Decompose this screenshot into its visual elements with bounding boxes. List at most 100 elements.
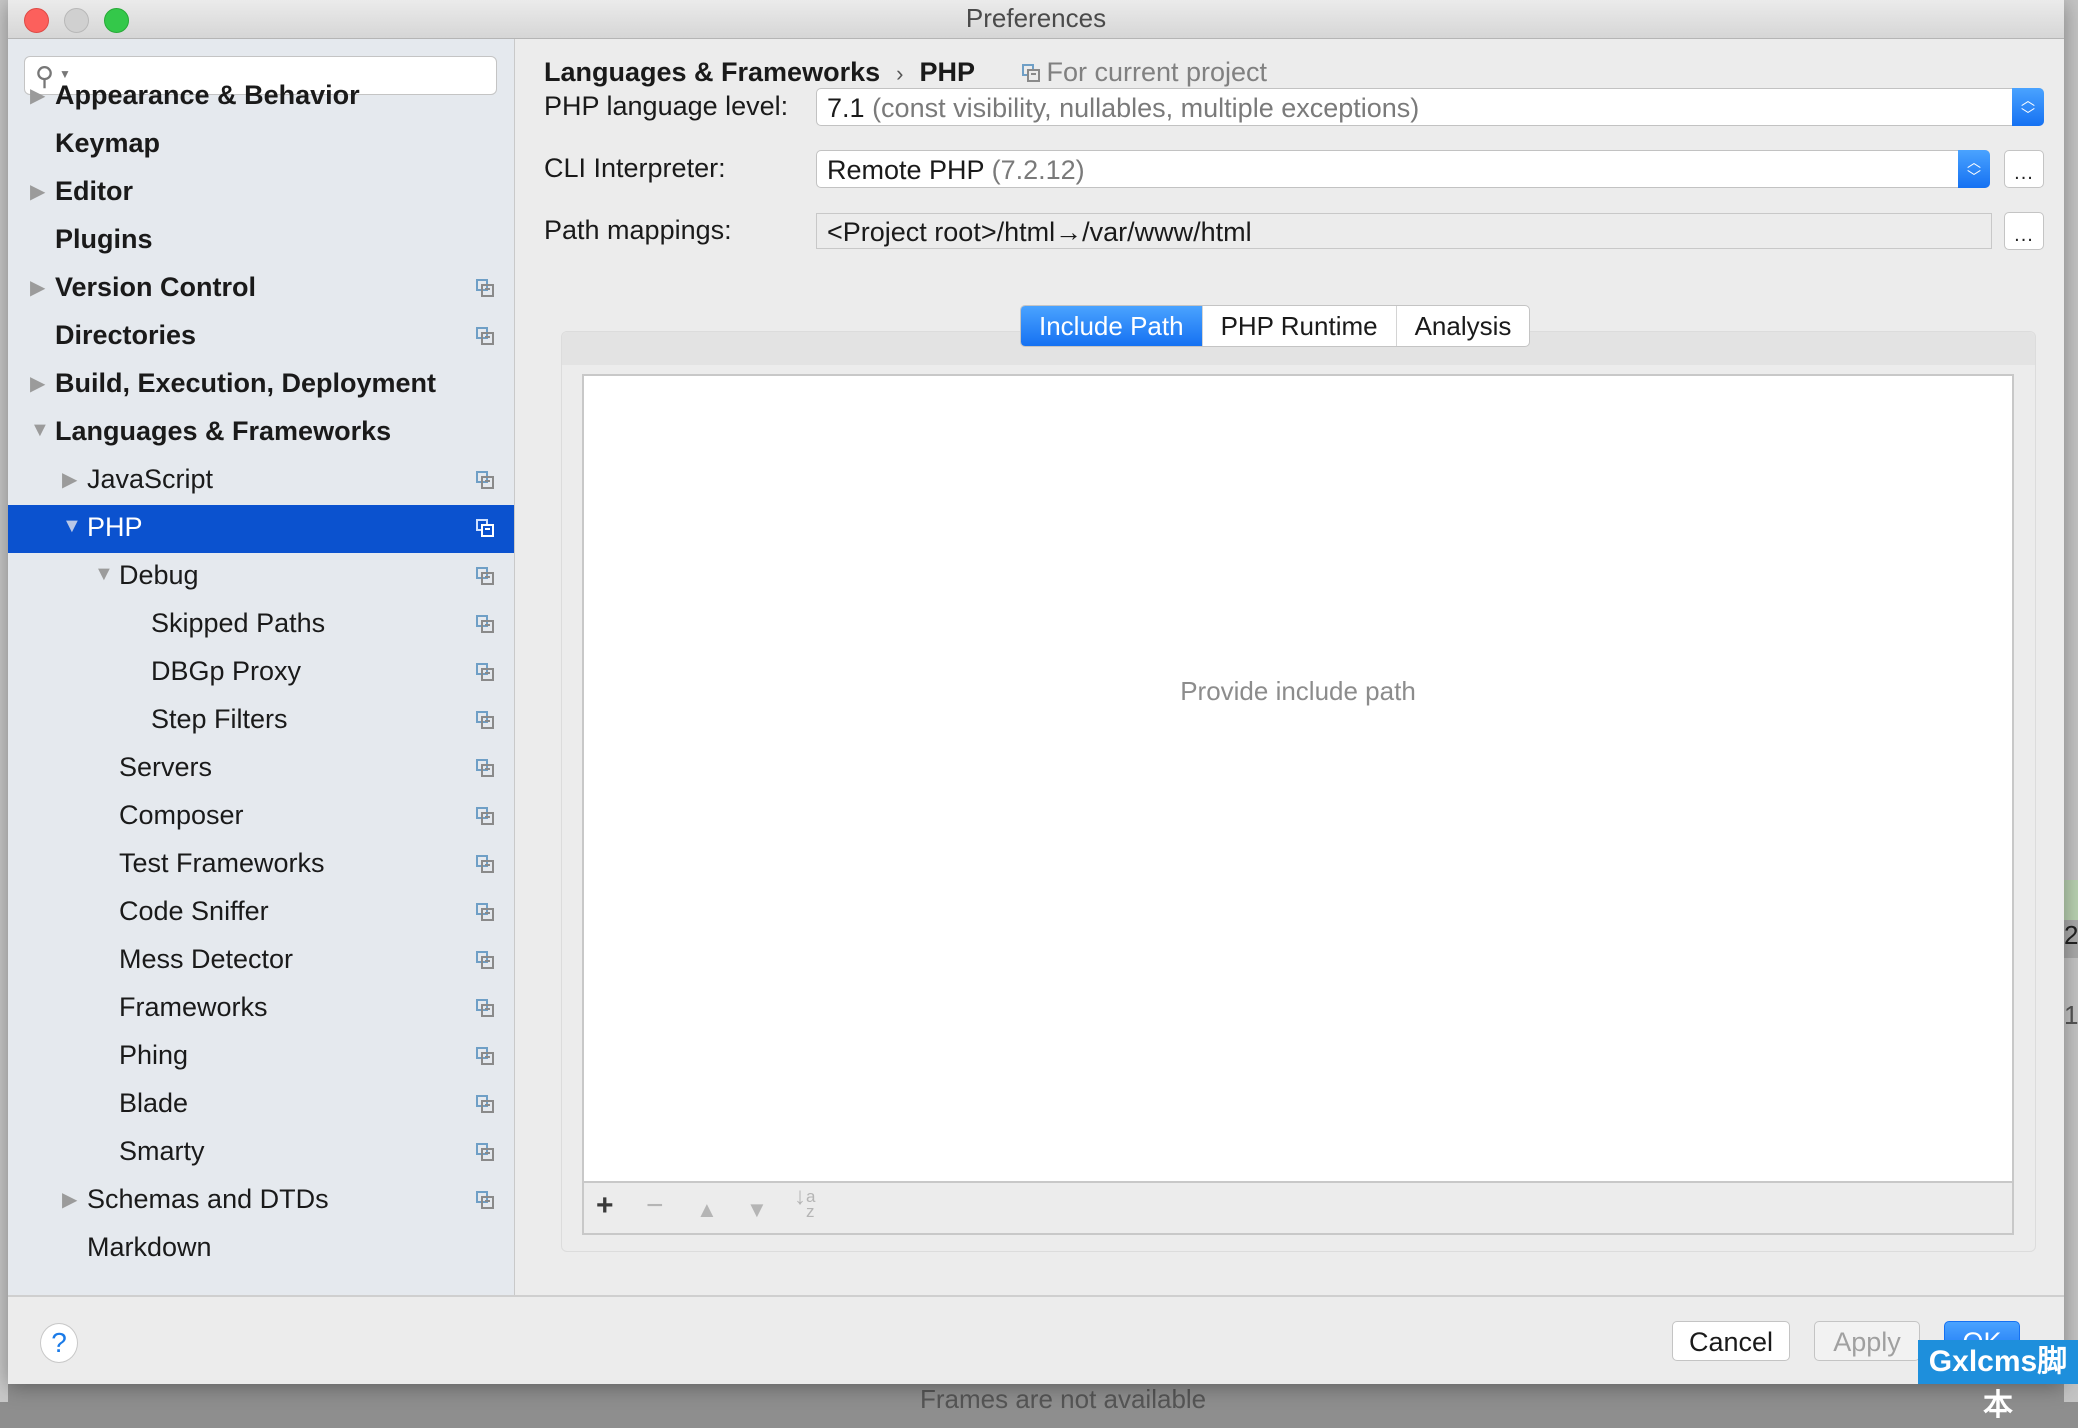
collapsed-arrow-icon[interactable]: ▶: [30, 371, 45, 396]
sidebar-item-frameworks[interactable]: Frameworks: [8, 985, 514, 1033]
project-scope-icon: [476, 1095, 494, 1113]
sidebar-item-label: Composer: [119, 800, 244, 830]
sidebar-item-label: DBGp Proxy: [151, 656, 302, 686]
expanded-arrow-icon[interactable]: ▼: [62, 515, 82, 538]
sidebar-item-code-sniffer[interactable]: Code Sniffer: [8, 889, 514, 937]
sidebar-item-dbgp-proxy[interactable]: DBGp Proxy: [8, 649, 514, 697]
collapsed-arrow-icon[interactable]: ▶: [30, 179, 45, 204]
move-up-icon[interactable]: ▲: [696, 1195, 718, 1225]
breadcrumb-current: PHP: [919, 57, 975, 87]
project-scope-icon: [476, 279, 494, 297]
sidebar-item-step-filters[interactable]: Step Filters: [8, 697, 514, 745]
background-green-marker: [2064, 880, 2078, 920]
settings-content: Languages & Frameworks › PHP For current p…: [516, 39, 2064, 1295]
breadcrumb: Languages & Frameworks › PHP For current p…: [544, 57, 1267, 88]
sidebar-item-label: Editor: [55, 176, 133, 206]
select-spinner-icon[interactable]: ︿ ﹀: [1958, 150, 1990, 188]
sidebar-item-version-control[interactable]: ▶ Version Control: [8, 265, 514, 313]
sidebar-item-label: PHP: [87, 512, 143, 542]
cli-interpreter-select[interactable]: Remote PHP (7.2.12) ︿ ﹀: [816, 150, 1990, 188]
sidebar-item-blade[interactable]: Blade: [8, 1081, 514, 1129]
sidebar-item-label: Schemas and DTDs: [87, 1184, 329, 1214]
path-mappings-label: Path mappings:: [544, 215, 732, 245]
project-scope-icon: [476, 999, 494, 1017]
collapsed-arrow-icon[interactable]: ▶: [30, 83, 45, 108]
background-text: 1/: [2064, 1000, 2078, 1030]
collapsed-arrow-icon[interactable]: ▶: [62, 467, 77, 492]
path-mappings-field[interactable]: <Project root>/html→/var/www/html: [816, 213, 1992, 249]
sidebar-item-label: Plugins: [55, 224, 153, 254]
cli-interpreter-browse-button[interactable]: ...: [2004, 150, 2044, 188]
cli-interpreter-version: (7.2.12): [991, 155, 1085, 185]
sidebar-item-label: Version Control: [55, 272, 257, 302]
sidebar-item-label: Skipped Paths: [151, 608, 326, 638]
cancel-button[interactable]: Cancel: [1672, 1321, 1790, 1361]
sidebar-item-composer[interactable]: Composer: [8, 793, 514, 841]
sidebar-item-label: Test Frameworks: [119, 848, 325, 878]
sidebar-item-label: Appearance & Behavior: [55, 80, 360, 110]
project-scope-icon: [476, 471, 494, 489]
title-bar[interactable]: Preferences: [8, 0, 2064, 39]
tab-analysis[interactable]: Analysis: [1397, 306, 1530, 346]
select-spinner-icon[interactable]: ︿ ﹀: [2012, 88, 2044, 126]
scope-label: For current project: [1046, 57, 1268, 87]
move-down-icon[interactable]: ▼: [746, 1195, 768, 1225]
include-path-list[interactable]: Provide include path + − ▲ ▼ ↓a z: [582, 374, 2014, 1235]
list-toolbar: + − ▲ ▼ ↓a z: [584, 1181, 2012, 1233]
help-button[interactable]: ?: [40, 1323, 78, 1363]
sidebar-item-label: Phing: [119, 1040, 189, 1070]
path-mappings-browse-button[interactable]: ...: [2004, 212, 2044, 250]
expanded-arrow-icon[interactable]: ▼: [94, 563, 114, 586]
breadcrumb-parent: Languages & Frameworks: [544, 57, 881, 87]
background-digit: 2: [2064, 920, 2078, 958]
sidebar-item-keymap[interactable]: Keymap: [8, 121, 514, 169]
sidebar-item-build-execution-deployment[interactable]: ▶ Build, Execution, Deployment: [8, 361, 514, 409]
project-scope-icon: [476, 567, 494, 585]
project-scope-icon: [476, 615, 494, 633]
empty-list-message: Provide include path: [1180, 676, 1416, 706]
tab-include-path[interactable]: Include Path: [1021, 306, 1203, 346]
sidebar-item-languages-frameworks[interactable]: ▼ Languages & Frameworks: [8, 409, 514, 457]
sidebar-item-smarty[interactable]: Smarty: [8, 1129, 514, 1177]
apply-button[interactable]: Apply: [1814, 1321, 1920, 1361]
project-scope-icon: [476, 663, 494, 681]
sidebar-item-label: Keymap: [55, 128, 161, 158]
sidebar-item-label: Markdown: [87, 1232, 212, 1262]
sidebar-item-debug[interactable]: ▼ Debug: [8, 553, 514, 601]
sidebar-item-label: Mess Detector: [119, 944, 294, 974]
settings-sidebar: ⚲ ▼ ▶ Appearance & Behavior Keymap ▶ Editor P…: [8, 39, 515, 1295]
background-window-edge: [0, 0, 8, 1402]
sidebar-item-schemas-and-dtds[interactable]: ▶ Schemas and DTDs: [8, 1177, 514, 1225]
sidebar-item-servers[interactable]: Servers: [8, 745, 514, 793]
background-frames-message: Frames are not available: [920, 1384, 1207, 1414]
expanded-arrow-icon[interactable]: ▼: [30, 419, 50, 442]
sidebar-item-test-frameworks[interactable]: Test Frameworks: [8, 841, 514, 889]
sidebar-item-label: Servers: [119, 752, 213, 782]
sidebar-item-markdown[interactable]: Markdown: [8, 1225, 514, 1273]
sidebar-item-php[interactable]: ▼ PHP: [8, 505, 514, 553]
watermark: Gxlcms脚本: [1918, 1340, 2078, 1422]
sidebar-item-label: Smarty: [119, 1136, 205, 1166]
sidebar-item-skipped-paths[interactable]: Skipped Paths: [8, 601, 514, 649]
tab-php-runtime[interactable]: PHP Runtime: [1203, 306, 1397, 346]
dialog-footer: ? Cancel Apply OK: [8, 1295, 2064, 1384]
sort-alphabetically-icon[interactable]: ↓a z: [794, 1185, 815, 1221]
add-icon[interactable]: +: [596, 1191, 614, 1221]
language-level-select[interactable]: 7.1 (const visibility, nullables, multip…: [816, 88, 2044, 126]
sidebar-item-appearance-behavior[interactable]: ▶ Appearance & Behavior: [8, 73, 514, 121]
sidebar-item-plugins[interactable]: Plugins: [8, 217, 514, 265]
cli-interpreter-label: CLI Interpreter:: [544, 153, 726, 183]
sidebar-item-directories[interactable]: Directories: [8, 313, 514, 361]
sidebar-item-mess-detector[interactable]: Mess Detector: [8, 937, 514, 985]
sidebar-item-label: Frameworks: [119, 992, 268, 1022]
collapsed-arrow-icon[interactable]: ▶: [62, 1187, 77, 1212]
collapsed-arrow-icon[interactable]: ▶: [30, 275, 45, 300]
sidebar-item-label: JavaScript: [87, 464, 214, 494]
sidebar-item-javascript[interactable]: ▶ JavaScript: [8, 457, 514, 505]
sidebar-item-phing[interactable]: Phing: [8, 1033, 514, 1081]
project-scope-icon: [1022, 64, 1041, 82]
remove-icon[interactable]: −: [646, 1191, 664, 1221]
sidebar-item-editor[interactable]: ▶ Editor: [8, 169, 514, 217]
breadcrumb-separator-icon: ›: [896, 61, 904, 86]
sidebar-item-label: Code Sniffer: [119, 896, 269, 926]
